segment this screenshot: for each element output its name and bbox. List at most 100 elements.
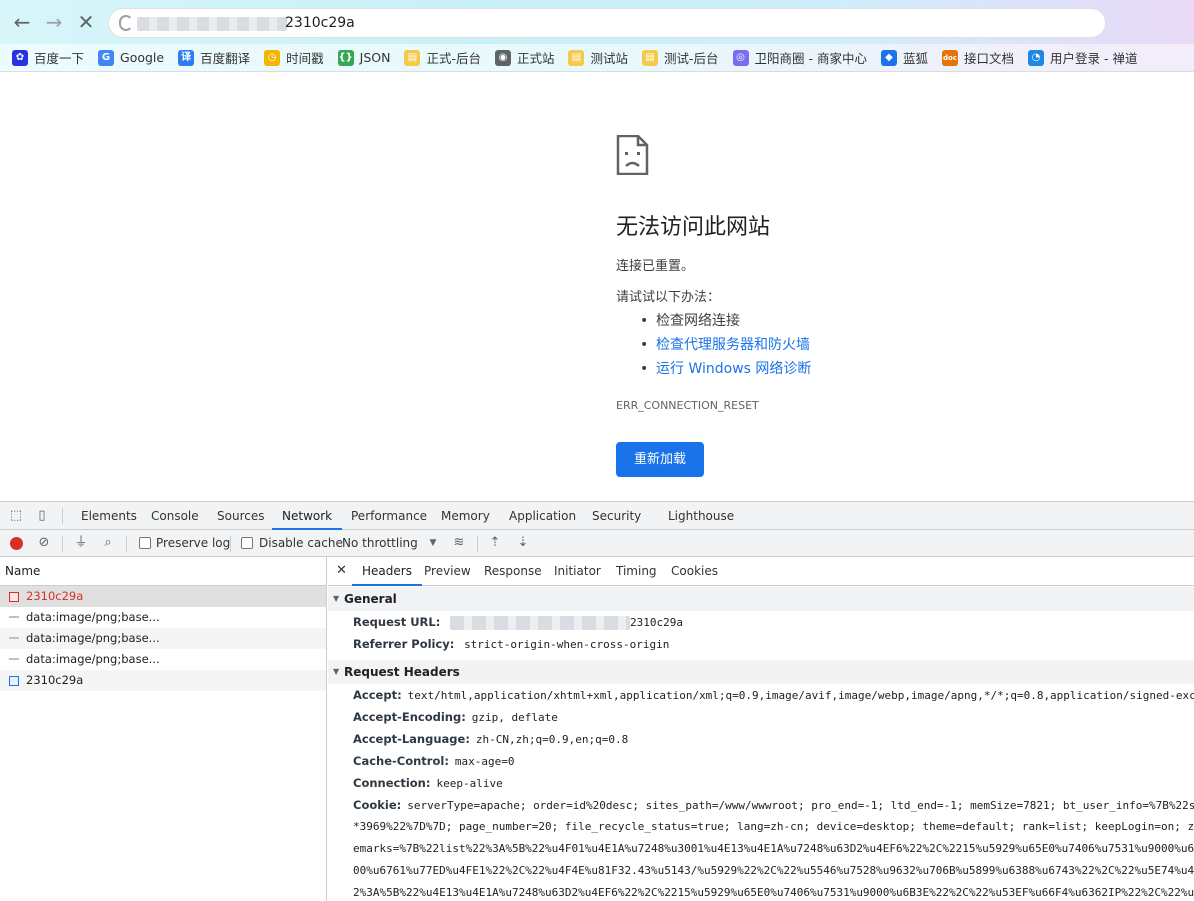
header-value: strict-origin-when-cross-origin [464,638,670,651]
table-row[interactable]: data:image/png;base... [0,649,326,670]
record-icon[interactable] [10,537,23,550]
preserve-log-checkbox[interactable] [139,537,151,549]
general-section-header[interactable]: General [328,587,1194,611]
clear-icon[interactable]: ⊘ [36,535,52,551]
table-row[interactable]: 2310c29a [0,670,326,691]
disable-cache-checkbox[interactable] [241,537,253,549]
request-list: Name 2310c29a data:image/png;base... data:… [0,557,327,901]
preserve-log-label: Preserve log [156,536,231,550]
close-icon[interactable]: ✕ [336,563,347,578]
bookmark-label: 测试-后台 [664,51,719,66]
devtools-tab-bar: ⬚ ▯ Elements Console Sources Network Perform… [0,502,1194,530]
bookmark-item[interactable]: {} JSON [337,49,390,66]
error-title: 无法访问此网站 [616,215,771,240]
throttling-select[interactable]: No throttling [342,530,418,557]
bookmark-item[interactable]: G Google [98,49,165,66]
header-key: Cache-Control: [353,754,449,768]
bookmark-label: 用户登录 - 禅道 [1050,51,1138,66]
suggestion-link[interactable]: 检查代理服务器和防火墙 [640,333,811,357]
bookmark-item[interactable]: ▤ 测试-后台 [642,48,719,67]
bookmark-item[interactable]: ◉ 正式站 [494,48,554,67]
disable-cache-label: Disable cache [259,536,343,550]
doc-icon: doc [942,49,958,66]
suggestion-link[interactable]: 运行 Windows 网络诊断 [640,357,811,381]
bookmark-label: Google [120,50,165,65]
detail-tab-cookies[interactable]: Cookies [671,557,718,586]
translate-icon: 译 [178,49,195,66]
devtools-tab-performance[interactable]: Performance [351,502,427,530]
browser-toolbar: ← → ✕ 2310c29a [0,0,1194,44]
bookmark-item[interactable]: ✿ 百度一下 [12,48,84,67]
table-row[interactable]: data:image/png;base... [0,607,326,628]
devtools-tab-elements[interactable]: Elements [81,502,137,530]
cookie-value-continuation: 00%u6761%u77ED%u4FE1%22%2C%22%u4F4E%u81F… [353,864,1194,877]
devtools-tab-network[interactable]: Network [272,502,343,530]
header-value: 2310c29a [630,616,683,629]
devtools-panel: ⬚ ▯ Elements Console Sources Network Perform… [0,501,1194,901]
bookmark-item[interactable]: ▤ 正式-后台 [404,48,481,67]
divider [62,508,63,524]
header-value: serverType=apache; order=id%20desc; site… [407,799,1194,812]
header-row: Accept: text/html,application/xhtml+xml,a… [328,684,1194,706]
back-arrow-icon[interactable]: ← [11,11,33,33]
divider [126,536,127,552]
filter-icon[interactable]: ⏚ [73,535,89,551]
stop-loading-icon[interactable]: ✕ [75,11,97,33]
devtools-tab-memory[interactable]: Memory [441,502,490,530]
detail-tab-headers[interactable]: Headers [352,557,422,586]
devtools-tab-console[interactable]: Console [151,502,199,530]
device-toolbar-icon[interactable]: ▯ [34,508,50,524]
detail-tab-timing[interactable]: Timing [616,557,657,586]
table-row[interactable]: data:image/png;base... [0,628,326,649]
zentao-icon: ◔ [1028,49,1045,66]
bookmark-item[interactable]: ◷ 时间戳 [264,48,324,67]
request-headers-section-header[interactable]: Request Headers [328,660,1194,684]
devtools-tab-sources[interactable]: Sources [217,502,264,530]
folder-note-icon: ▤ [642,49,658,66]
devtools-tab-lighthouse[interactable]: Lighthouse [668,502,734,530]
image-file-icon [9,637,19,639]
request-name: data:image/png;base... [26,652,160,666]
document-file-icon [9,592,19,602]
bookmark-item[interactable]: 译百度翻译 [178,48,250,67]
header-row: Connection: keep-alive [328,772,1194,794]
header-key: Request URL: [353,615,441,629]
export-har-icon[interactable]: ⇣ [515,535,531,551]
detail-tab-bar: ✕ Headers Preview Response Initiator Timing C… [328,557,1194,586]
globe-icon: ◉ [494,49,511,66]
header-row: Referrer Policy: strict-origin-when-cros… [328,633,1194,655]
import-har-icon[interactable]: ⇡ [487,535,503,551]
bookmark-label: 接口文档 [964,51,1015,66]
bookmark-label: 卫阳商圈 - 商家中心 [754,51,867,66]
bookmark-item[interactable]: doc 接口文档 [942,48,1014,67]
document-file-icon [9,676,19,686]
name-column-header[interactable]: Name [0,557,326,586]
bookmark-item[interactable]: ▤ 测试站 [568,48,628,67]
inspect-element-icon[interactable]: ⬚ [8,508,24,524]
detail-tab-initiator[interactable]: Initiator [554,557,601,586]
table-row[interactable]: 2310c29a [0,586,326,607]
timestamp-icon: ◷ [264,49,281,66]
devtools-tab-security[interactable]: Security [592,502,641,530]
fox-icon: ◆ [880,49,897,66]
network-conditions-icon[interactable]: ≋ [451,535,467,551]
url-redacted [450,615,630,630]
reload-button[interactable]: 重新加载 [616,442,704,477]
bookmark-label: 百度一下 [34,51,85,66]
search-icon[interactable]: ⌕ [100,535,116,551]
divider [62,536,63,552]
address-bar[interactable]: 2310c29a [108,8,1106,38]
header-value: max-age=0 [454,755,515,768]
image-file-icon [9,616,19,618]
devtools-tab-application[interactable]: Application [509,502,576,530]
detail-tab-preview[interactable]: Preview [424,557,471,586]
bookmark-item[interactable]: ◎ 卫阳商圈 - 商家中心 [732,48,867,67]
detail-tab-response[interactable]: Response [484,557,542,586]
baidu-paw-icon: ✿ [12,49,28,66]
request-name: 2310c29a [26,589,84,603]
chevron-down-icon[interactable]: ▼ [425,535,441,551]
bookmark-item[interactable]: ◔ 用户登录 - 禅道 [1028,48,1137,67]
folder-note-icon: ▤ [404,49,421,66]
bookmark-item[interactable]: ◆ 蓝狐 [880,48,928,67]
forward-arrow-icon[interactable]: → [43,11,65,33]
